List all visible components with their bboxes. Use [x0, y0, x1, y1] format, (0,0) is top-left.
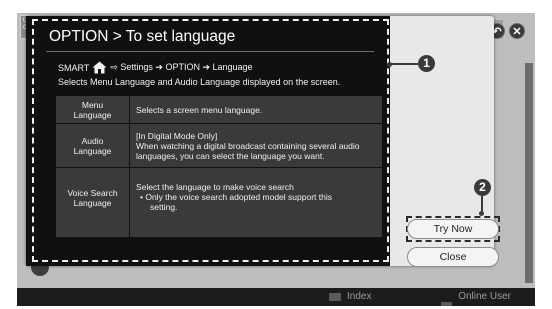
breadcrumb: SMART ⇨ Settings ➔ OPTION ➔ Language — [58, 61, 253, 74]
try-now-button[interactable]: Try Now — [407, 219, 499, 239]
background-scrollbar — [525, 63, 533, 283]
callout-2-line — [481, 196, 483, 212]
title-divider — [46, 51, 374, 52]
row-note-cont: setting. — [150, 202, 178, 212]
row-value-cell: Select the language to make voice search… — [129, 167, 383, 238]
index-key-icon — [329, 293, 341, 301]
table-row: Menu Language Selects a screen menu lang… — [55, 95, 383, 124]
online-guide-label: Online User Guide — [458, 291, 512, 302]
row-key: Voice Search Language — [55, 167, 130, 238]
index-link[interactable]: Index — [329, 288, 371, 306]
row-value: Selects a screen menu language. — [129, 95, 383, 124]
breadcrumb-path: ⇨ Settings ➔ OPTION ➔ Language — [110, 62, 253, 72]
close-button[interactable]: Close — [407, 247, 499, 267]
table-row: Voice Search Language Select the languag… — [55, 167, 383, 238]
table-row: Audio Language [In Digital Mode Only] Wh… — [55, 123, 383, 168]
bottom-bar: Index Online User Guide — [17, 288, 535, 306]
callout-1-line — [390, 63, 418, 65]
breadcrumb-smart: SMART — [58, 62, 90, 73]
row-value: [In Digital Mode Only] When watching a d… — [129, 123, 383, 168]
online-key-icon — [441, 302, 453, 306]
online-guide-link[interactable]: Online User Guide — [441, 288, 535, 306]
index-label: Index — [347, 291, 372, 302]
row-value: Select the language to make voice search — [136, 182, 294, 192]
description: Selects Menu Language and Audio Language… — [58, 77, 341, 87]
callout-1-badge: 1 — [418, 55, 435, 72]
row-note: • Only the voice search adopted model su… — [140, 192, 332, 202]
row-key: Audio Language — [55, 123, 130, 168]
close-icon[interactable]: ✕ — [509, 23, 525, 39]
page-title: OPTION > To set language — [49, 28, 236, 45]
row-key: Menu Language — [55, 95, 130, 124]
language-table: Menu Language Selects a screen menu lang… — [55, 95, 383, 238]
home-icon — [92, 61, 107, 74]
callout-2-badge: 2 — [474, 179, 491, 196]
